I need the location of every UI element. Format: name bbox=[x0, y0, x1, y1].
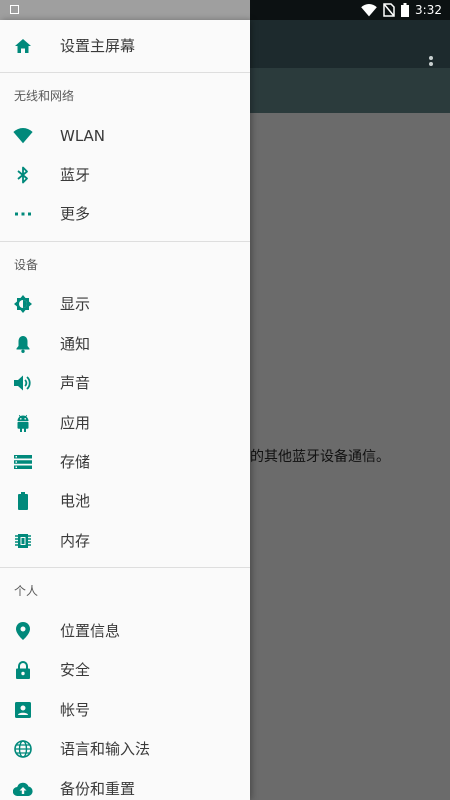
bluetooth-icon bbox=[13, 165, 33, 185]
drawer-item-label: 蓝牙 bbox=[60, 166, 91, 184]
drawer-item-language[interactable]: 语言和输入法 bbox=[0, 729, 250, 768]
drawer-item-memory[interactable]: 内存 bbox=[0, 521, 250, 560]
drawer-item-label: 位置信息 bbox=[60, 622, 121, 640]
drawer-item-security[interactable]: 安全 bbox=[0, 650, 250, 689]
divider bbox=[0, 567, 250, 568]
home-icon bbox=[13, 36, 33, 56]
cloud-upload-icon bbox=[13, 779, 33, 799]
drawer-item-battery[interactable]: 电池 bbox=[0, 481, 250, 520]
android-icon bbox=[13, 413, 33, 433]
divider bbox=[0, 241, 250, 242]
lock-icon bbox=[13, 660, 33, 680]
background-description: 近的其他蓝牙设备通信。 bbox=[236, 449, 390, 465]
drawer-item-label: 显示 bbox=[60, 295, 91, 313]
drawer-item-label: 电池 bbox=[60, 492, 91, 510]
drawer-item-wlan[interactable]: WLAN bbox=[0, 116, 250, 155]
drawer-item-storage[interactable]: 存储 bbox=[0, 442, 250, 481]
drawer-item-location[interactable]: 位置信息 bbox=[0, 611, 250, 650]
section-title-device: 设备 bbox=[14, 258, 39, 272]
volume-icon bbox=[13, 373, 33, 393]
drawer-item-label: 内存 bbox=[60, 532, 91, 550]
notification-icon bbox=[10, 5, 19, 14]
drawer-item-label: WLAN bbox=[60, 126, 106, 145]
navigation-drawer: 设置主屏幕 无线和网络 WLAN 蓝牙 更多 设备 显示 通知 声音 应用 存储… bbox=[0, 20, 250, 800]
status-time: 3:32 bbox=[415, 3, 442, 17]
location-icon bbox=[13, 621, 33, 641]
wifi-icon bbox=[13, 126, 33, 146]
drawer-item-label: 帐号 bbox=[60, 701, 91, 719]
drawer-item-apps[interactable]: 应用 bbox=[0, 403, 250, 442]
wifi-signal-icon bbox=[361, 3, 377, 17]
drawer-item-label: 备份和重置 bbox=[60, 780, 136, 798]
drawer-item-label: 通知 bbox=[60, 335, 91, 353]
brightness-icon bbox=[13, 294, 33, 314]
drawer-item-label: 存储 bbox=[60, 453, 91, 471]
storage-icon bbox=[13, 452, 33, 472]
drawer-item-sound[interactable]: 声音 bbox=[0, 363, 250, 402]
drawer-item-label: 声音 bbox=[60, 374, 91, 392]
drawer-item-display[interactable]: 显示 bbox=[0, 284, 250, 323]
account-icon bbox=[13, 700, 33, 720]
more-dots-icon bbox=[13, 204, 33, 224]
drawer-item-more[interactable]: 更多 bbox=[0, 194, 250, 233]
drawer-item-backup[interactable]: 备份和重置 bbox=[0, 769, 250, 800]
battery-icon bbox=[13, 491, 33, 511]
battery-status-icon bbox=[401, 3, 410, 17]
divider bbox=[0, 72, 250, 73]
status-bar: 3:32 bbox=[0, 0, 450, 20]
bell-icon bbox=[13, 334, 33, 354]
no-sim-icon bbox=[383, 3, 395, 17]
drawer-item-home[interactable]: 设置主屏幕 bbox=[0, 26, 250, 65]
memory-icon bbox=[13, 531, 33, 551]
drawer-item-label: 更多 bbox=[60, 205, 91, 223]
drawer-item-label: 应用 bbox=[60, 414, 91, 432]
section-title-wireless: 无线和网络 bbox=[14, 89, 75, 103]
globe-icon bbox=[13, 739, 33, 759]
drawer-item-label: 语言和输入法 bbox=[60, 740, 151, 758]
drawer-item-accounts[interactable]: 帐号 bbox=[0, 690, 250, 729]
section-title-personal: 个人 bbox=[14, 584, 39, 598]
drawer-item-label: 设置主屏幕 bbox=[60, 37, 136, 55]
drawer-item-label: 安全 bbox=[60, 661, 91, 679]
drawer-item-bluetooth[interactable]: 蓝牙 bbox=[0, 155, 250, 194]
drawer-item-notifications[interactable]: 通知 bbox=[0, 324, 250, 363]
